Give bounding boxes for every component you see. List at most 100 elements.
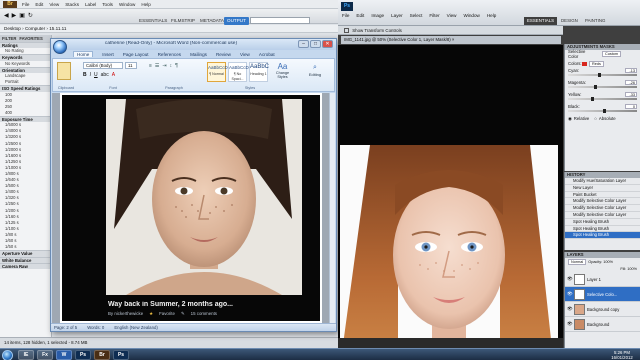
ps-menu-filter[interactable]: Filter [429, 13, 439, 18]
history-item[interactable]: Modify Selective Color Layer [565, 212, 640, 219]
history-item[interactable]: Spot Healing Brush [565, 226, 640, 233]
taskbar-word[interactable]: W [56, 350, 72, 360]
sort-icon[interactable]: ↕ [170, 63, 173, 69]
ps-menu-image[interactable]: Image [371, 13, 384, 18]
tab-favorites[interactable]: FAVORITES [19, 35, 42, 42]
history-item[interactable]: Modify Selective Color Layer [565, 205, 640, 212]
fill-field[interactable]: Fill: 100% [620, 267, 637, 271]
ps-menu-edit[interactable]: Edit [356, 13, 364, 18]
bridge-menu-window[interactable]: Window [119, 2, 135, 7]
layer-row[interactable]: 👁 Background copy [565, 302, 640, 317]
rotate-icon[interactable]: ↻ [28, 12, 33, 19]
crumb-folder[interactable]: 15.11.11 [49, 26, 66, 31]
meta-author[interactable]: By nickerthewicke [108, 311, 143, 317]
maximize-button[interactable]: □ [310, 40, 321, 48]
slider-handle[interactable] [593, 85, 597, 89]
bridge-menu-help[interactable]: Help [141, 2, 150, 7]
start-button[interactable] [2, 349, 13, 360]
tab-acrobat[interactable]: Acrobat [259, 52, 275, 57]
bridge-menu-edit[interactable]: Edit [35, 2, 43, 7]
tab-references[interactable]: References [158, 52, 182, 57]
style-heading-1[interactable]: AaBbC Heading 1 [249, 62, 269, 82]
slider-track[interactable] [568, 97, 637, 101]
slider-value-field[interactable]: -13 [625, 68, 637, 73]
folder-icon[interactable]: ▣ [19, 12, 25, 19]
bridge-menu-stacks[interactable]: Stacks [65, 2, 79, 7]
bridge-menu-file[interactable]: File [22, 2, 29, 7]
bold-icon[interactable]: B [83, 72, 87, 78]
system-clock[interactable]: 5:26 PM 16/01/2012 [606, 350, 638, 360]
word-vertical-scrollbar[interactable] [329, 93, 335, 323]
editing-button[interactable]: ⌕ Editing [299, 64, 331, 84]
tab-view[interactable]: View [240, 52, 250, 57]
slider-handle[interactable] [590, 97, 594, 101]
ps-menu-view[interactable]: View [447, 13, 457, 18]
document-page[interactable]: Way back in Summer, 2 months ago... By n… [60, 93, 322, 323]
history-item[interactable]: Modify Selective Color Layer [565, 198, 640, 206]
history-item[interactable]: Spot Healing Brush [565, 232, 640, 240]
meta-comments[interactable]: 15 comments [191, 311, 217, 317]
slider-value-field[interactable]: -26 [625, 80, 637, 85]
ps-menu-window[interactable]: Window [463, 13, 479, 18]
bridge-search-input[interactable] [250, 17, 310, 24]
ps-ws-design[interactable]: DESIGN [558, 17, 581, 25]
ps-menu-help[interactable]: Help [487, 13, 496, 18]
meta-favorite[interactable]: Favorite [159, 311, 175, 317]
slider-value-field[interactable]: -33 [625, 92, 637, 97]
ws-output[interactable]: OUTPUT [224, 17, 249, 25]
absolute-radio[interactable]: ○ [594, 116, 597, 121]
transform-checkbox[interactable] [344, 28, 349, 34]
eye-icon[interactable]: 👁 [567, 306, 573, 312]
crumb-computer[interactable]: Computer [25, 26, 45, 31]
bridge-menu-label[interactable]: Label [85, 2, 96, 7]
status-language[interactable]: English (New Zealand) [114, 324, 157, 331]
taskbar-photoshop-2[interactable]: Ps [113, 350, 129, 360]
font-size-select[interactable]: 11 [125, 62, 137, 69]
slider-handle[interactable] [598, 73, 602, 77]
preset-select[interactable]: Custom [602, 50, 622, 57]
taskbar-photoshop[interactable]: Ps [75, 350, 91, 360]
taskbar-ie[interactable]: IE [18, 350, 34, 360]
ps-menu-layer[interactable]: Layer [391, 13, 403, 18]
ps-menu-select[interactable]: Select [410, 13, 423, 18]
slider-handle[interactable] [602, 109, 606, 113]
eye-icon[interactable]: 👁 [567, 321, 573, 327]
font-color-icon[interactable]: A [112, 72, 115, 78]
ws-essentials[interactable]: ESSENTIALS [136, 17, 170, 25]
font-name-select[interactable]: Calibri (Body) [83, 62, 123, 69]
style-normal[interactable]: AaBbCcDc ¶ Normal [207, 62, 230, 82]
slider-value-field[interactable]: 0 [625, 104, 637, 109]
history-item[interactable]: Modify Hue/Saturation Layer [565, 178, 640, 185]
relative-radio[interactable]: ◉ [568, 116, 572, 122]
pilcrow-icon[interactable]: ¶ [175, 63, 178, 69]
tab-insert[interactable]: Insert [102, 52, 114, 57]
close-button[interactable]: ✕ [322, 40, 333, 48]
ws-metadata[interactable]: METADATA [197, 17, 227, 25]
underline-icon[interactable]: U [94, 72, 98, 78]
ps-ws-painting[interactable]: PAINTING [582, 17, 608, 25]
layer-row[interactable]: 👁 Selective Colo... [565, 287, 640, 302]
eye-icon[interactable]: 👁 [567, 276, 573, 282]
taskbar-firefox[interactable]: Fx [37, 350, 53, 360]
bridge-menu-view[interactable]: View [49, 2, 59, 7]
numbering-icon[interactable]: ☰ [155, 63, 159, 69]
crumb-desktop[interactable]: Desktop [4, 26, 21, 31]
slider-track[interactable] [568, 85, 637, 89]
tab-review[interactable]: Review [216, 52, 231, 57]
filter-section-header[interactable]: Camera Raw [0, 262, 51, 270]
colors-select[interactable]: Reds [589, 60, 604, 67]
strikethrough-icon[interactable]: abc [101, 72, 109, 78]
slider-track[interactable] [568, 73, 637, 77]
tab-mailings[interactable]: Mailings [190, 52, 207, 57]
taskbar-bridge[interactable]: Br [94, 350, 110, 360]
history-item[interactable]: Paint Bucket [565, 192, 640, 199]
ps-menu-file[interactable]: File [342, 13, 349, 18]
indent-icon[interactable]: ⇥ [162, 63, 166, 69]
ps-document-tab[interactable]: IMG_1141.jpg @ 50% (Selective Color 1, L… [341, 36, 561, 44]
history-item[interactable]: Spot Healing Brush [565, 219, 640, 226]
status-page[interactable]: Page: 2 of 5 [54, 324, 77, 331]
bridge-menu-tools[interactable]: Tools [102, 2, 113, 7]
layer-row[interactable]: 👁 Layer 1 [565, 272, 640, 287]
layer-row[interactable]: 👁 Background [565, 317, 640, 332]
style-no-spacing[interactable]: AaBbCcDc ¶ No Spaci... [228, 62, 251, 82]
